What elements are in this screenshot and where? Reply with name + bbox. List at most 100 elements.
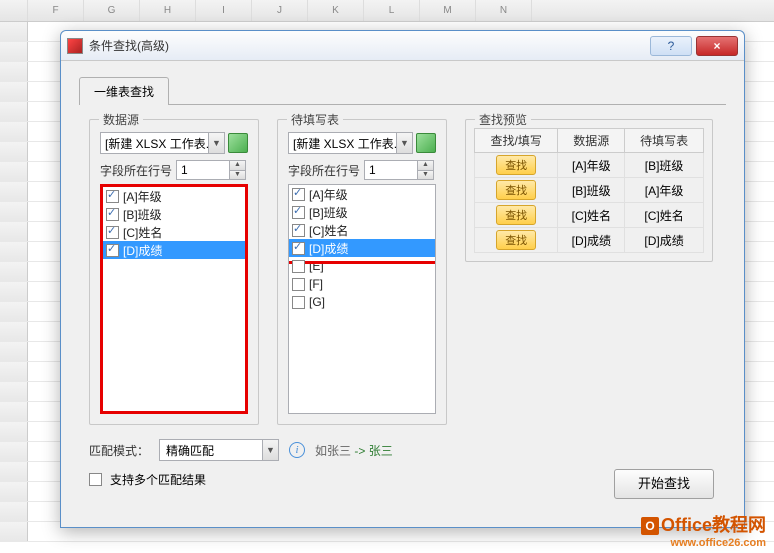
row-header[interactable] [0, 62, 28, 81]
list-item[interactable]: [A]年级 [103, 187, 245, 205]
chevron-down-icon[interactable]: ▼ [209, 132, 225, 154]
list-item[interactable]: [D]成绩 [103, 241, 245, 259]
list-item[interactable]: [C]姓名 [289, 221, 435, 239]
source-workbook-combo[interactable]: [新建 XLSX 工作表.x [100, 132, 209, 154]
target-workbook-combo[interactable]: [新建 XLSX 工作表.x [288, 132, 397, 154]
list-item[interactable]: [F] [289, 275, 435, 293]
col-header[interactable]: L [364, 0, 420, 21]
source-group-title: 数据源 [99, 111, 143, 128]
list-item[interactable]: [B]班级 [289, 203, 435, 221]
row-header[interactable] [0, 502, 28, 521]
close-button[interactable]: × [696, 36, 738, 56]
preview-src: [D]成绩 [558, 228, 625, 253]
row-header[interactable] [0, 362, 28, 381]
preview-tgt: [A]年级 [625, 178, 704, 203]
col-header[interactable]: H [140, 0, 196, 21]
col-header[interactable]: I [196, 0, 252, 21]
spin-up-icon[interactable]: ▲ [229, 161, 245, 171]
row-header[interactable] [0, 142, 28, 161]
field-checkbox[interactable] [106, 208, 119, 221]
field-checkbox[interactable] [292, 260, 305, 273]
row-header[interactable] [0, 282, 28, 301]
field-checkbox[interactable] [292, 224, 305, 237]
field-checkbox[interactable] [292, 206, 305, 219]
row-header[interactable] [0, 422, 28, 441]
row-header[interactable] [0, 382, 28, 401]
field-checkbox[interactable] [292, 188, 305, 201]
row-header[interactable] [0, 522, 28, 541]
info-icon[interactable]: i [289, 442, 305, 458]
source-fields-list[interactable]: [A]年级[B]班级[C]姓名[D]成绩 [100, 184, 248, 414]
match-hint: 如张三 -> 张三 [315, 442, 393, 459]
lookup-pill[interactable]: 查找 [496, 155, 536, 175]
row-header[interactable] [0, 342, 28, 361]
row-header[interactable] [0, 402, 28, 421]
row-header[interactable] [0, 182, 28, 201]
tab-1d-lookup[interactable]: 一维表查找 [79, 77, 169, 105]
list-item[interactable]: [D]成绩 [289, 239, 435, 257]
table-row: 查找 [B]班级 [A]年级 [475, 178, 704, 203]
lookup-pill[interactable]: 查找 [496, 230, 536, 250]
field-checkbox[interactable] [292, 278, 305, 291]
row-header[interactable] [0, 242, 28, 261]
target-row-spinner[interactable]: 1 ▲▼ [364, 160, 434, 180]
worksheet-picker-icon[interactable] [416, 133, 436, 153]
row-header[interactable] [0, 122, 28, 141]
list-item[interactable]: [C]姓名 [103, 223, 245, 241]
preview-header: 待填写表 [625, 129, 704, 153]
row-header[interactable] [0, 482, 28, 501]
multi-match-checkbox[interactable] [89, 473, 102, 486]
help-button[interactable]: ? [650, 36, 692, 56]
target-fields-list[interactable]: [A]年级[B]班级[C]姓名[D]成绩[E] [F] [G] [288, 184, 436, 414]
list-item[interactable]: [B]班级 [103, 205, 245, 223]
col-header[interactable]: K [308, 0, 364, 21]
chevron-down-icon[interactable]: ▼ [397, 132, 413, 154]
row-header[interactable] [0, 442, 28, 461]
row-header[interactable] [0, 102, 28, 121]
row-header[interactable] [0, 202, 28, 221]
multi-match-label: 支持多个匹配结果 [110, 471, 206, 488]
col-header[interactable]: F [28, 0, 84, 21]
col-header[interactable]: J [252, 0, 308, 21]
preview-group-title: 查找预览 [475, 111, 531, 128]
list-item[interactable]: [A]年级 [289, 185, 435, 203]
row-header[interactable] [0, 322, 28, 341]
table-row: 查找 [A]年级 [B]班级 [475, 153, 704, 178]
list-item[interactable]: [G] [289, 293, 435, 311]
field-label: [F] [309, 277, 323, 291]
spin-down-icon[interactable]: ▼ [229, 171, 245, 180]
match-mode-combo[interactable]: 精确匹配 ▼ [159, 439, 279, 461]
lookup-pill[interactable]: 查找 [496, 180, 536, 200]
row-header[interactable] [0, 162, 28, 181]
chevron-down-icon[interactable]: ▼ [262, 440, 278, 460]
start-lookup-button[interactable]: 开始查找 [614, 469, 714, 499]
row-header[interactable] [0, 42, 28, 61]
spin-up-icon[interactable]: ▲ [417, 161, 433, 171]
field-checkbox[interactable] [292, 242, 305, 255]
field-checkbox[interactable] [292, 296, 305, 309]
field-checkbox[interactable] [106, 226, 119, 239]
field-label: [B]班级 [309, 204, 348, 221]
source-row-label: 字段所在行号 [100, 162, 172, 179]
row-header[interactable] [0, 302, 28, 321]
source-row-spinner[interactable]: 1 ▲▼ [176, 160, 246, 180]
row-header[interactable] [0, 222, 28, 241]
row-header[interactable] [0, 462, 28, 481]
col-header[interactable]: M [420, 0, 476, 21]
field-label: [G] [309, 295, 325, 309]
table-row: 查找 [C]姓名 [C]姓名 [475, 203, 704, 228]
col-header[interactable]: N [476, 0, 532, 21]
row-header[interactable] [0, 22, 28, 41]
col-header[interactable]: G [84, 0, 140, 21]
worksheet-picker-icon[interactable] [228, 133, 248, 153]
row-header[interactable] [0, 262, 28, 281]
row-header[interactable] [0, 82, 28, 101]
preview-src: [C]姓名 [558, 203, 625, 228]
field-checkbox[interactable] [106, 244, 119, 257]
list-item[interactable]: [E] [289, 257, 435, 275]
titlebar[interactable]: 条件查找(高级) ? × [61, 31, 744, 61]
spin-down-icon[interactable]: ▼ [417, 171, 433, 180]
lookup-pill[interactable]: 查找 [496, 205, 536, 225]
watermark: OOffice教程网 www.office26.com [641, 511, 766, 549]
field-checkbox[interactable] [106, 190, 119, 203]
